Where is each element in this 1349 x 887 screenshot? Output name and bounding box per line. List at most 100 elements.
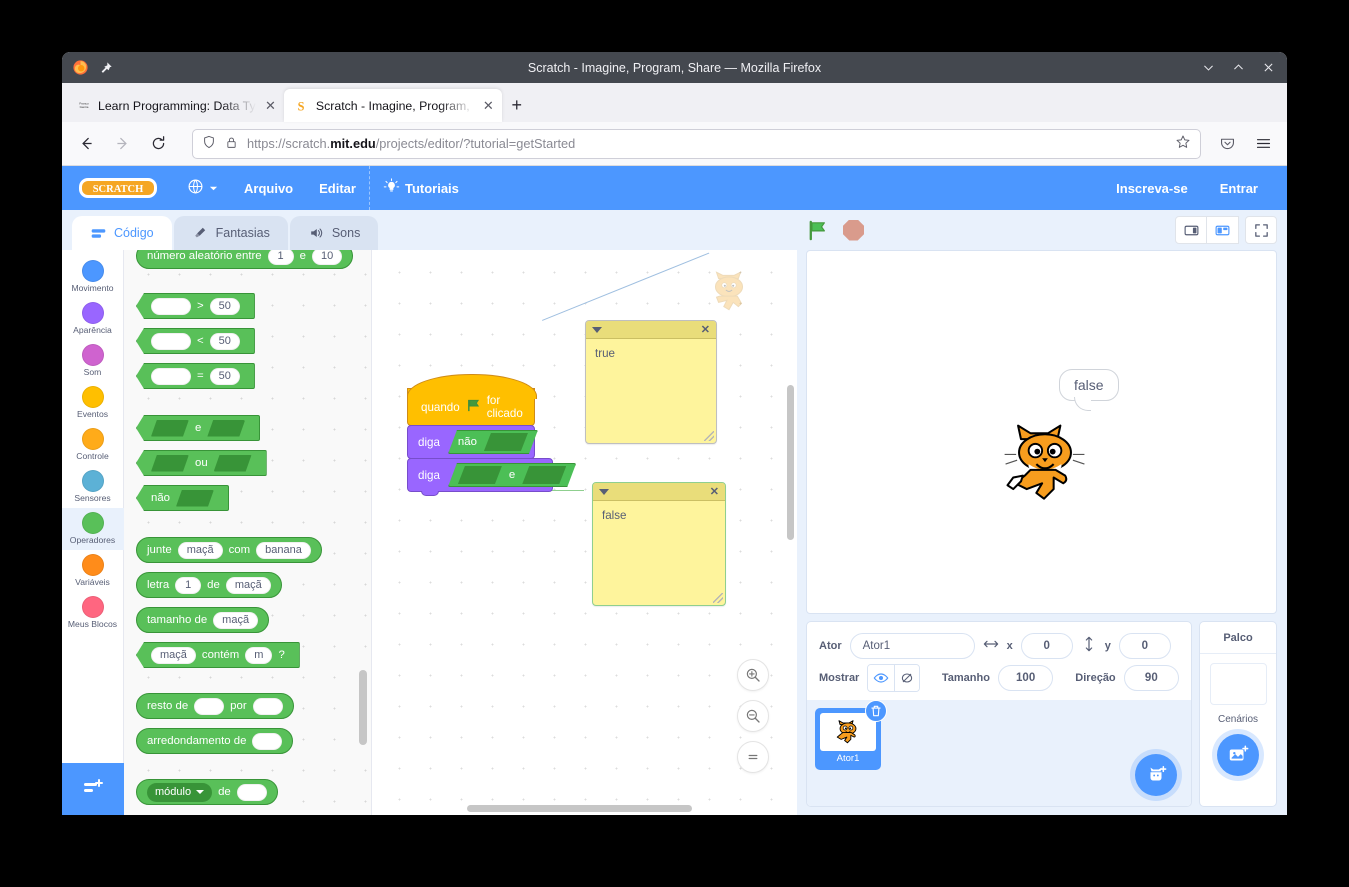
block-random[interactable]: número aleatório entre 1 e 10 (136, 250, 354, 269)
operand-right[interactable]: 50 (209, 367, 240, 385)
mathop-dropdown[interactable]: módulo (147, 782, 213, 802)
scratch-logo[interactable]: SCRATCH (78, 176, 158, 200)
contains-needle[interactable]: m (245, 646, 273, 664)
letter-index[interactable]: 1 (175, 576, 202, 594)
sign-in-button[interactable]: Entrar (1207, 166, 1271, 210)
block-say-1[interactable]: diga não (407, 425, 538, 463)
category-variaveis[interactable]: Variáveis (62, 550, 124, 592)
category-operadores[interactable]: Operadores (62, 508, 124, 551)
block-say-2[interactable]: diga e (407, 458, 553, 496)
scratch-cat-sprite[interactable] (992, 416, 1098, 516)
category-controle[interactable]: Controle (62, 424, 124, 466)
join-scratch-button[interactable]: Inscreva-se (1103, 166, 1201, 210)
block-join[interactable]: junte maçã com banana (136, 537, 322, 563)
palette-scrollbar[interactable] (359, 670, 367, 745)
sprite-size-input[interactable]: 100 (997, 665, 1054, 691)
operand-right[interactable]: 50 (209, 332, 240, 350)
length-string[interactable]: maçã (213, 611, 259, 629)
comment-resize-handle[interactable] (713, 593, 723, 603)
and-operand-left[interactable] (458, 466, 502, 484)
block-or[interactable]: ou (136, 450, 267, 477)
letter-string[interactable]: maçã (225, 576, 271, 594)
operand-right[interactable]: 50 (209, 297, 240, 315)
and-operand-right[interactable] (522, 466, 566, 484)
block-random-from[interactable]: 1 (267, 250, 294, 265)
menu-item-arquivo[interactable]: Arquivo (231, 166, 306, 210)
shield-icon[interactable] (202, 135, 216, 152)
round-value[interactable] (252, 732, 283, 750)
category-meus-blocos[interactable]: Meus Blocos (62, 592, 124, 634)
back-button[interactable] (70, 128, 102, 160)
fullscreen-button[interactable] (1245, 216, 1277, 244)
block-not-inline[interactable]: não (448, 430, 538, 454)
comment-header[interactable]: ✕ (593, 483, 725, 501)
block-not[interactable]: não (136, 485, 230, 511)
large-stage-button[interactable] (1207, 216, 1239, 244)
sprite-direction-input[interactable]: 90 (1123, 665, 1179, 691)
stop-button[interactable] (843, 219, 864, 241)
tab-sons[interactable]: Sons (289, 216, 379, 250)
browser-tab-2[interactable]: S Scratch - Imagine, Program, S ✕ (283, 89, 502, 122)
block-and[interactable]: e (136, 415, 261, 442)
comment-close-icon[interactable]: ✕ (710, 485, 719, 498)
comment-false[interactable]: ✕ false (592, 482, 726, 606)
block-mathop[interactable]: módulo de (136, 779, 278, 805)
canvas-vertical-scrollbar[interactable] (787, 385, 794, 540)
sprite-y-input[interactable]: 0 (1118, 633, 1171, 659)
operand[interactable] (176, 490, 214, 507)
collapse-triangle-icon[interactable] (592, 326, 602, 333)
block-less-than[interactable]: < 50 (136, 328, 255, 355)
category-eventos[interactable]: Eventos (62, 382, 124, 424)
bookmark-star-icon[interactable] (1175, 134, 1191, 153)
menu-item-tutoriais[interactable]: Tutoriais (370, 166, 472, 210)
operand-left[interactable] (151, 297, 191, 315)
collapse-triangle-icon[interactable] (599, 488, 609, 495)
stage-canvas[interactable]: false (806, 250, 1277, 614)
operand-left[interactable] (151, 367, 191, 385)
maximize-button[interactable] (1223, 54, 1253, 81)
operand-left[interactable] (151, 332, 191, 350)
zoom-in-button[interactable] (737, 659, 769, 691)
browser-tab-1[interactable]: Franco Garcia Learn Programming: Data Ty… (66, 89, 284, 122)
reload-button[interactable] (142, 128, 174, 160)
code-canvas[interactable]: quando for clicado diga não diga e ✕ tru… (372, 250, 797, 815)
new-tab-button[interactable]: + (502, 90, 532, 120)
block-palette[interactable]: número aleatório entre 1 e 10 > 50 < 50 … (124, 250, 372, 815)
category-sensores[interactable]: Sensores (62, 466, 124, 508)
script-stack[interactable]: quando for clicado diga não diga e (407, 374, 553, 496)
operand-right[interactable] (207, 420, 245, 437)
contains-haystack[interactable]: maçã (151, 646, 196, 664)
block-equals[interactable]: = 50 (136, 363, 255, 390)
url-bar[interactable]: https://scratch.mit.edu/projects/editor/… (192, 128, 1201, 159)
hide-sprite-button[interactable] (893, 665, 919, 691)
join-value-2[interactable]: banana (256, 541, 311, 559)
comment-text[interactable]: false (593, 501, 725, 530)
tab-codigo[interactable]: Código (72, 216, 172, 250)
add-extension-button[interactable] (62, 763, 124, 815)
canvas-horizontal-scrollbar[interactable] (467, 805, 692, 812)
menu-item-editar[interactable]: Editar (306, 166, 369, 210)
category-aparencia[interactable]: Aparência (62, 298, 124, 340)
operand-left[interactable] (151, 420, 189, 437)
add-backdrop-button[interactable] (1217, 734, 1259, 776)
comment-close-icon[interactable]: ✕ (701, 323, 710, 336)
mathop-value[interactable] (236, 783, 267, 801)
sprite-card-ator1[interactable]: Ator1 (815, 700, 887, 770)
block-and-inline[interactable]: e (448, 463, 576, 487)
sprite-name-input[interactable]: Ator1 (849, 633, 975, 659)
pocket-icon[interactable] (1211, 128, 1243, 160)
mod-left[interactable] (194, 697, 225, 715)
block-when-flag-clicked[interactable]: quando for clicado (407, 374, 537, 426)
comment-header[interactable]: ✕ (586, 321, 716, 339)
block-mod[interactable]: resto de por (136, 693, 294, 719)
join-value-1[interactable]: maçã (177, 541, 223, 559)
category-som[interactable]: Som (62, 340, 124, 382)
block-contains[interactable]: maçã contém m ? (136, 642, 300, 668)
category-movimento[interactable]: Movimento (62, 256, 124, 298)
zoom-out-button[interactable] (737, 700, 769, 732)
comment-text[interactable]: true (586, 339, 716, 368)
block-round[interactable]: arredondamento de (136, 728, 294, 754)
hamburger-menu-icon[interactable] (1247, 128, 1279, 160)
block-greater-than[interactable]: > 50 (136, 293, 255, 320)
minimize-button[interactable] (1193, 54, 1223, 81)
